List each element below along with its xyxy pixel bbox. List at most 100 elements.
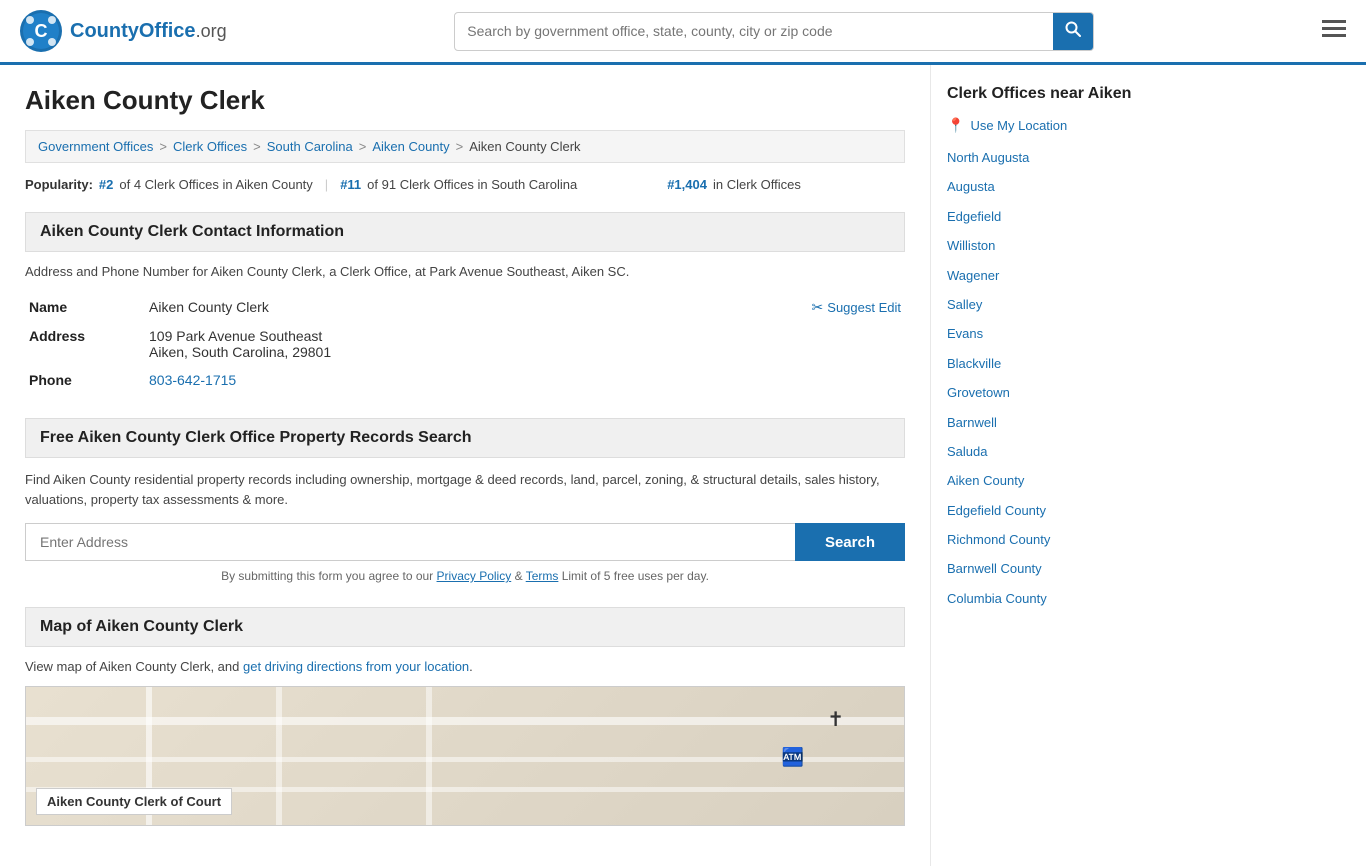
suggest-edit-link[interactable]: ✂ Suggest Edit — [812, 299, 901, 316]
map-road-h1 — [26, 717, 904, 725]
popularity-label: Popularity: — [25, 177, 93, 192]
map-description: View map of Aiken County Clerk, and get … — [25, 659, 905, 674]
search-input-wrapper — [454, 12, 1094, 51]
hamburger-icon — [1322, 20, 1346, 38]
disclaimer-prefix: By submitting this form you agree to our — [221, 569, 433, 583]
sidebar-link-columbia-county[interactable]: Columbia County — [947, 591, 1047, 606]
property-search-button[interactable]: Search — [795, 523, 905, 561]
list-item: North Augusta — [947, 146, 1134, 169]
breadcrumb-south-carolina[interactable]: South Carolina — [267, 139, 353, 154]
sidebar-links-list: North Augusta Augusta Edgefield Williston Wa… — [947, 146, 1134, 610]
breadcrumb-clerk-offices[interactable]: Clerk Offices — [173, 139, 247, 154]
rank-sep-1: | — [325, 177, 328, 192]
list-item: Barnwell — [947, 411, 1134, 434]
driving-directions-link[interactable]: get driving directions from your locatio… — [243, 659, 469, 674]
list-item: Blackville — [947, 352, 1134, 375]
phone-link[interactable]: 803-642-1715 — [149, 372, 236, 388]
name-value: Aiken County Clerk ✂ Suggest Edit — [145, 293, 905, 322]
address-line2: Aiken, South Carolina, 29801 — [149, 344, 901, 360]
map-road-v2 — [276, 687, 282, 825]
page-title: Aiken County Clerk — [25, 85, 905, 116]
use-my-location-link[interactable]: 📍 Use My Location — [947, 117, 1134, 134]
sidebar-link-wagener[interactable]: Wagener — [947, 268, 999, 283]
phone-label: Phone — [25, 366, 145, 394]
sidebar-link-edgefield[interactable]: Edgefield — [947, 209, 1001, 224]
list-item: Aiken County — [947, 469, 1134, 492]
breadcrumb-sep-1: > — [159, 139, 167, 154]
breadcrumb-government-offices[interactable]: Government Offices — [38, 139, 153, 154]
property-description: Find Aiken County residential property r… — [25, 470, 905, 509]
logo-text: CountyOffice.org — [70, 20, 227, 43]
logo-icon: C — [20, 10, 62, 52]
sidebar-link-williston[interactable]: Williston — [947, 238, 995, 253]
rank3-text: in Clerk Offices — [713, 177, 801, 192]
sidebar-link-barnwell-county[interactable]: Barnwell County — [947, 561, 1042, 576]
map-road-h2 — [26, 757, 904, 762]
list-item: Augusta — [947, 175, 1134, 198]
sidebar-link-barnwell[interactable]: Barnwell — [947, 415, 997, 430]
sidebar-link-richmond-county[interactable]: Richmond County — [947, 532, 1050, 547]
address-value: 109 Park Avenue Southeast Aiken, South C… — [145, 322, 905, 366]
address-search-input[interactable] — [25, 523, 795, 561]
sidebar-link-salley[interactable]: Salley — [947, 297, 982, 312]
map-placeholder[interactable]: ✝ 🏧 Aiken County Clerk of Court — [25, 686, 905, 826]
map-poi-2: 🏧 — [782, 747, 804, 768]
hamburger-menu-button[interactable] — [1322, 20, 1346, 42]
list-item: Saluda — [947, 440, 1134, 463]
contact-info-table: Name Aiken County Clerk ✂ Suggest Edit A… — [25, 293, 905, 394]
header-search-input[interactable] — [455, 15, 1053, 47]
list-item: Columbia County — [947, 587, 1134, 610]
map-desc-suffix: . — [469, 659, 473, 674]
sidebar-link-saluda[interactable]: Saluda — [947, 444, 987, 459]
map-poi-1: ✝ — [827, 707, 844, 732]
name-value-text: Aiken County Clerk — [149, 299, 269, 315]
disclaimer-and: & — [515, 569, 523, 583]
sidebar-link-augusta[interactable]: Augusta — [947, 179, 995, 194]
property-search-section: Free Aiken County Clerk Office Property … — [25, 418, 905, 583]
address-row: Address 109 Park Avenue Southeast Aiken,… — [25, 322, 905, 366]
pin-icon: 📍 — [947, 117, 964, 134]
header-search-area — [454, 12, 1094, 51]
search-icon — [1065, 21, 1081, 37]
sidebar-link-north-augusta[interactable]: North Augusta — [947, 150, 1029, 165]
breadcrumb-aiken-county[interactable]: Aiken County — [372, 139, 449, 154]
rank1-text: of 4 Clerk Offices in Aiken County — [119, 177, 312, 192]
list-item: Barnwell County — [947, 557, 1134, 580]
map-section-header: Map of Aiken County Clerk — [25, 607, 905, 647]
form-disclaimer: By submitting this form you agree to our… — [25, 569, 905, 583]
main-layout: Aiken County Clerk Government Offices > … — [0, 65, 1366, 866]
list-item: Edgefield County — [947, 499, 1134, 522]
list-item: Evans — [947, 322, 1134, 345]
contact-section: Aiken County Clerk Contact Information A… — [25, 212, 905, 394]
svg-text:C: C — [35, 21, 48, 41]
breadcrumb-sep-4: > — [456, 139, 464, 154]
header-search-button[interactable] — [1053, 13, 1093, 50]
list-item: Richmond County — [947, 528, 1134, 551]
breadcrumb-current: Aiken County Clerk — [469, 139, 580, 154]
sidebar-link-edgefield-county[interactable]: Edgefield County — [947, 503, 1046, 518]
list-item: Wagener — [947, 264, 1134, 287]
contact-description: Address and Phone Number for Aiken Count… — [25, 264, 905, 279]
property-section-header: Free Aiken County Clerk Office Property … — [25, 418, 905, 458]
rank3-num: #1,404 — [667, 177, 707, 192]
disclaimer-limit: Limit of 5 free uses per day. — [562, 569, 709, 583]
content-area: Aiken County Clerk Government Offices > … — [0, 65, 930, 866]
rank2-num: #11 — [340, 177, 361, 192]
breadcrumb: Government Offices > Clerk Offices > Sou… — [25, 130, 905, 163]
use-location-label: Use My Location — [970, 118, 1067, 133]
header: C CountyOffice.org — [0, 0, 1366, 65]
name-label: Name — [25, 293, 145, 322]
edit-icon: ✂ — [812, 299, 824, 316]
name-row: Name Aiken County Clerk ✂ Suggest Edit — [25, 293, 905, 322]
popularity-bar: Popularity: #2 of 4 Clerk Offices in Aik… — [25, 177, 905, 192]
sidebar-link-grovetown[interactable]: Grovetown — [947, 385, 1010, 400]
sidebar-link-evans[interactable]: Evans — [947, 326, 983, 341]
phone-value: 803-642-1715 — [145, 366, 905, 394]
sidebar-link-aiken-county[interactable]: Aiken County — [947, 473, 1024, 488]
privacy-policy-link[interactable]: Privacy Policy — [437, 569, 512, 583]
sidebar-title: Clerk Offices near Aiken — [947, 85, 1134, 103]
terms-link[interactable]: Terms — [526, 569, 559, 583]
list-item: Williston — [947, 234, 1134, 257]
sidebar-link-blackville[interactable]: Blackville — [947, 356, 1001, 371]
map-label-box: Aiken County Clerk of Court — [36, 788, 232, 815]
